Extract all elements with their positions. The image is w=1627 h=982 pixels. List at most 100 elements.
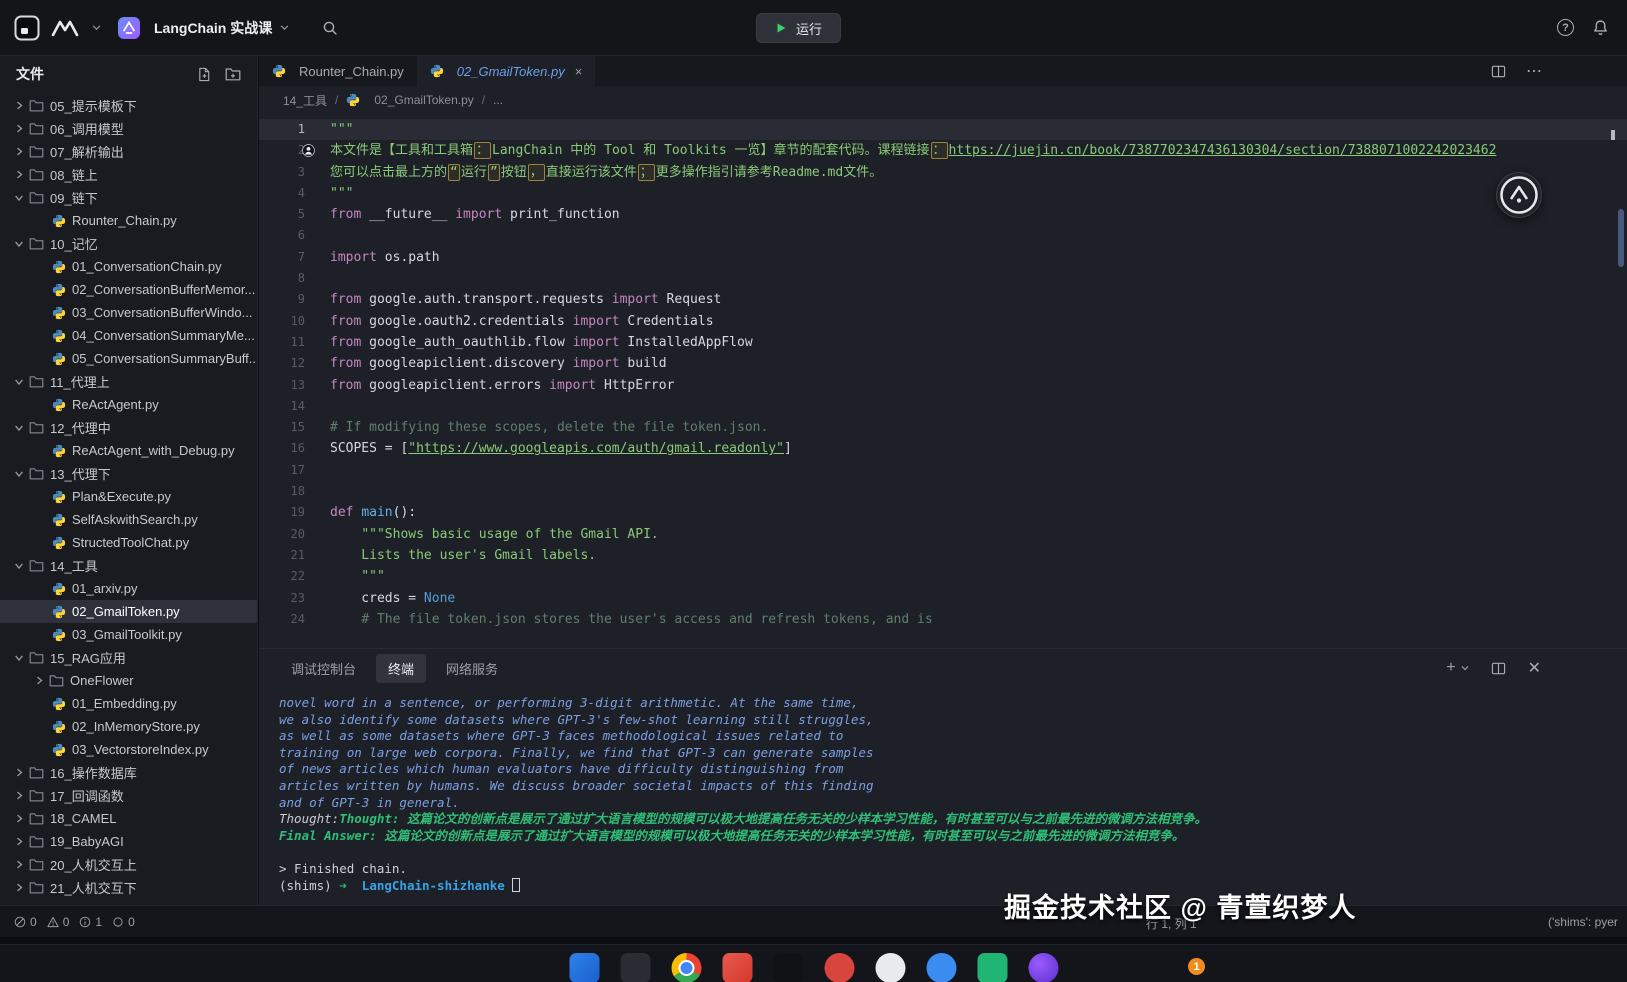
tree-item-label: 03_GmailToolkit.py xyxy=(72,627,182,642)
breadcrumb-folder[interactable]: 14_工具 xyxy=(283,92,327,109)
tree-file-01_Embedding.py[interactable]: 01_Embedding.py xyxy=(0,692,257,715)
chevron-expanded-icon xyxy=(15,193,24,203)
tree-file-03_VectorstoreIndex.py[interactable]: 03_VectorstoreIndex.py xyxy=(0,738,257,761)
taskbar-icon-red-circle[interactable] xyxy=(824,953,854,982)
brand-chevron-icon[interactable] xyxy=(92,23,101,32)
dot-count[interactable]: 0 xyxy=(112,915,135,929)
taskbar-icon-red-tile[interactable] xyxy=(722,953,752,982)
tree-folder-11_代理上[interactable]: 11_代理上 xyxy=(0,370,257,393)
tree-file-ReActAgent.py[interactable]: ReActAgent.py xyxy=(0,393,257,416)
chevron-expanded-icon xyxy=(15,561,24,571)
error-count[interactable]: 0 xyxy=(14,915,37,929)
tree-file-04_ConversationSummaryMe...[interactable]: 04_ConversationSummaryMe... xyxy=(0,324,257,347)
interpreter-info[interactable]: ('shims': pyer xyxy=(1548,915,1624,929)
tree-folder-18_CAMEL[interactable]: 18_CAMEL xyxy=(0,807,257,830)
chevron-collapsed-icon xyxy=(14,814,24,823)
editor-tab-Rounter_Chain.py[interactable]: Rounter_Chain.py xyxy=(259,56,417,86)
tree-folder-07_解析输出[interactable]: 07_解析输出 xyxy=(0,140,257,163)
tree-file-01_arxiv.py[interactable]: 01_arxiv.py xyxy=(0,577,257,600)
tree-file-02_InMemoryStore.py[interactable]: 02_InMemoryStore.py xyxy=(0,715,257,738)
notifications-icon[interactable] xyxy=(1592,19,1609,36)
tree-folder-17_回调函数[interactable]: 17_回调函数 xyxy=(0,784,257,807)
notification-badge[interactable]: 1 xyxy=(1188,958,1205,975)
panel-tab-调试控制台[interactable]: 调试控制台 xyxy=(279,654,368,683)
brand-logo-icon[interactable] xyxy=(51,19,81,37)
tree-file-03_GmailToolkit.py[interactable]: 03_GmailToolkit.py xyxy=(0,623,257,646)
terminal-line: and of GPT-3 in general. xyxy=(279,795,1627,812)
tree-folder-19_BabyAGI[interactable]: 19_BabyAGI xyxy=(0,830,257,853)
ai-assistant-button[interactable] xyxy=(1496,172,1542,218)
python-file-icon xyxy=(52,329,66,343)
tree-file-SelfAskwithSearch.py[interactable]: SelfAskwithSearch.py xyxy=(0,508,257,531)
terminal-line: > Finished chain. xyxy=(279,861,1627,878)
warning-count[interactable]: 0 xyxy=(47,915,70,929)
tab-close-icon[interactable]: × xyxy=(575,64,583,79)
code-line-15: 15# If modifying these scopes, delete th… xyxy=(259,417,1627,438)
taskbar-icon-blue-circle[interactable] xyxy=(926,953,956,982)
tree-file-05_ConversationSummaryBuff...[interactable]: 05_ConversationSummaryBuff... xyxy=(0,347,257,370)
chevron-collapsed-icon xyxy=(34,676,44,685)
new-terminal-button[interactable]: + xyxy=(1446,659,1468,677)
python-file-icon xyxy=(52,628,66,642)
taskbar-icon-blue-tile[interactable] xyxy=(569,953,599,982)
tree-file-01_ConversationChain.py[interactable]: 01_ConversationChain.py xyxy=(0,255,257,278)
tree-file-StructedToolChat.py[interactable]: StructedToolChat.py xyxy=(0,531,257,554)
terminal-line: Final Answer: 这篇论文的创新点是展示了通过扩大语言模型的规模可以极… xyxy=(279,828,1627,845)
tree-item-label: 11_代理上 xyxy=(50,372,110,391)
tree-folder-09_链下[interactable]: 09_链下 xyxy=(0,186,257,209)
editor-scrollbar[interactable] xyxy=(1618,209,1624,267)
terminal-output[interactable]: novel word in a sentence, or performing … xyxy=(259,687,1627,905)
tree-folder-10_记忆[interactable]: 10_记忆 xyxy=(0,232,257,255)
tree-folder-12_代理中[interactable]: 12_代理中 xyxy=(0,416,257,439)
tree-folder-20_人机交互上[interactable]: 20_人机交互上 xyxy=(0,853,257,876)
search-icon[interactable] xyxy=(322,20,338,36)
new-file-icon[interactable] xyxy=(197,67,212,82)
new-folder-icon[interactable] xyxy=(225,67,241,82)
tree-file-02_GmailToken.py[interactable]: 02_GmailToken.py xyxy=(0,600,257,623)
panel-tab-终端[interactable]: 终端 xyxy=(376,654,426,683)
taskbar-icon-dark-tile[interactable] xyxy=(620,953,650,982)
breadcrumb-separator: / xyxy=(482,93,485,107)
tree-folder-06_调用模型[interactable]: 06_调用模型 xyxy=(0,117,257,140)
project-switcher[interactable]: LangChain 实战课 xyxy=(118,17,289,39)
code-line-11: 11from google_auth_oauthlib.flow import … xyxy=(259,332,1627,353)
help-icon[interactable]: ? xyxy=(1557,19,1574,36)
tree-folder-16_操作数据库[interactable]: 16_操作数据库 xyxy=(0,761,257,784)
tree-folder-14_工具[interactable]: 14_工具 xyxy=(0,554,257,577)
tree-folder-OneFlower[interactable]: OneFlower xyxy=(0,669,257,692)
python-file-icon xyxy=(52,720,66,734)
folder-icon xyxy=(29,122,44,135)
line-number: 19 xyxy=(259,502,305,523)
taskbar-icon-purple-circle[interactable] xyxy=(1028,953,1058,982)
panel-tab-网络服务[interactable]: 网络服务 xyxy=(434,654,510,683)
breadcrumb-more[interactable]: ... xyxy=(493,93,503,107)
app-logo-icon[interactable] xyxy=(14,15,40,41)
breadcrumb-file[interactable]: 02_GmailToken.py xyxy=(374,93,473,107)
tree-folder-05_提示模板下[interactable]: 05_提示模板下 xyxy=(0,94,257,117)
taskbar-icon-browser[interactable] xyxy=(671,953,701,982)
editor-tab-02_GmailToken.py[interactable]: 02_GmailToken.py× xyxy=(417,56,596,86)
close-panel-icon[interactable]: ✕ xyxy=(1528,658,1541,678)
tree-file-ReActAgent_with_Debug.py[interactable]: ReActAgent_with_Debug.py xyxy=(0,439,257,462)
taskbar-icon-light-circle[interactable] xyxy=(875,953,905,982)
python-file-icon xyxy=(52,490,66,504)
code-editor[interactable]: 1"""2本文件是【工具和工具箱：LangChain 中的 Tool 和 Too… xyxy=(259,114,1627,648)
info-count[interactable]: 1 xyxy=(79,915,102,929)
split-panel-icon[interactable] xyxy=(1491,661,1506,676)
tree-file-02_ConversationBufferMemor...[interactable]: 02_ConversationBufferMemor... xyxy=(0,278,257,301)
tree-folder-15_RAG应用[interactable]: 15_RAG应用 xyxy=(0,646,257,669)
more-actions-icon[interactable]: ⋯ xyxy=(1526,61,1543,81)
tree-item-label: 01_Embedding.py xyxy=(72,696,177,711)
tree-file-Rounter_Chain.py[interactable]: Rounter_Chain.py xyxy=(0,209,257,232)
run-button[interactable]: 运行 xyxy=(756,13,841,43)
tree-folder-08_链上[interactable]: 08_链上 xyxy=(0,163,257,186)
split-editor-icon[interactable] xyxy=(1491,64,1506,79)
line-number: 11 xyxy=(259,332,305,353)
tree-folder-13_代理下[interactable]: 13_代理下 xyxy=(0,462,257,485)
taskbar-icon-teal-tile[interactable] xyxy=(977,953,1007,982)
tree-file-Plan&Execute.py[interactable]: Plan&Execute.py xyxy=(0,485,257,508)
tree-folder-21_人机交互下[interactable]: 21_人机交互下 xyxy=(0,876,257,899)
taskbar-icon-black-tile[interactable] xyxy=(773,953,803,982)
code-line-10: 10from google.oauth2.credentials import … xyxy=(259,311,1627,332)
tree-file-03_ConversationBufferWindo...[interactable]: 03_ConversationBufferWindo... xyxy=(0,301,257,324)
